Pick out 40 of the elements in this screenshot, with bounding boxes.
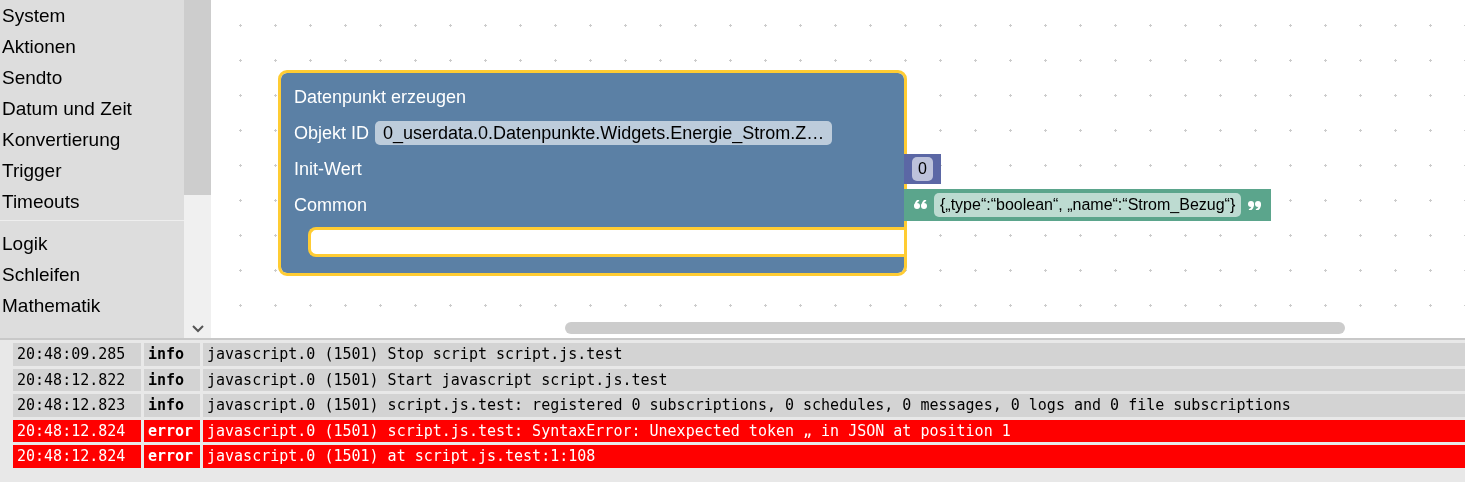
block-title: Datenpunkt erzeugen (294, 85, 467, 109)
log-level: error (144, 445, 200, 468)
log-level: info (144, 343, 200, 366)
log-time: 20:48:12.822 (13, 368, 141, 391)
open-quote-icon (914, 200, 928, 210)
input-label: Objekt ID (294, 121, 370, 145)
log-message: javascript.0 (1501) script.js.test: SyntaxError: Unexpected token „ in JSON at position 1 (203, 419, 1465, 442)
category-item[interactable]: Datum und Zeit (0, 93, 184, 124)
log-message: javascript.0 (1501) script.js.test: registered 0 subscriptions, 0 schedules, 0 messages, 0 logs and 0 file subscriptions (203, 394, 1465, 417)
log-level: info (144, 368, 200, 391)
number-block[interactable]: 0 (904, 154, 941, 184)
category-item[interactable]: Logik (0, 228, 184, 259)
close-quote-icon (1247, 200, 1262, 210)
category-item[interactable]: Trigger (0, 155, 184, 186)
number-value: 0 (912, 157, 933, 181)
log-message: javascript.0 (1501) at script.js.test:1:108 (203, 445, 1465, 468)
category-item[interactable]: Konvertierung (0, 124, 184, 155)
category-item[interactable]: Aktionen (0, 31, 184, 62)
object-id-field[interactable]: 0_userdata.0.Datenpunkte.Widgets.Energie_Strom.Z… (375, 121, 833, 145)
category-item[interactable]: System (0, 0, 184, 31)
log-time: 20:48:09.285 (13, 343, 141, 366)
log-message: javascript.0 (1501) Stop script script.js.test (203, 343, 1465, 366)
input-label: Common (294, 193, 368, 217)
vertical-scrollbar[interactable] (184, 0, 211, 338)
category-item[interactable]: Mathematik (0, 290, 184, 321)
category-item[interactable]: Timeouts (0, 186, 184, 217)
log-time: 20:48:12.824 (13, 419, 141, 442)
block[interactable]: Datenpunkt erzeugen Objekt ID 0_userdata.0.Datenpunkte.Widgets.Energie_Strom.Z… Init-Wert Common (281, 73, 904, 273)
category-item[interactable]: Sendto (0, 62, 184, 93)
category-item[interactable]: Schleifen (0, 259, 184, 290)
log-time: 20:48:12.823 (13, 394, 141, 417)
log-level: info (144, 394, 200, 417)
log-message: javascript.0 (1501) Start javascript script.js.test (203, 368, 1465, 391)
chevron-down-icon[interactable] (190, 324, 205, 334)
text-value: {„type“:“boolean“, „name“:“Strom_Bezug“} (934, 193, 1242, 217)
text-block[interactable]: {„type“:“boolean“, „name“:“Strom_Bezug“} (904, 189, 1272, 221)
horizontal-scrollbar[interactable] (565, 322, 1345, 334)
input-label: Init-Wert (294, 157, 362, 181)
log-level: error (144, 419, 200, 442)
log-time: 20:48:12.824 (13, 445, 141, 468)
